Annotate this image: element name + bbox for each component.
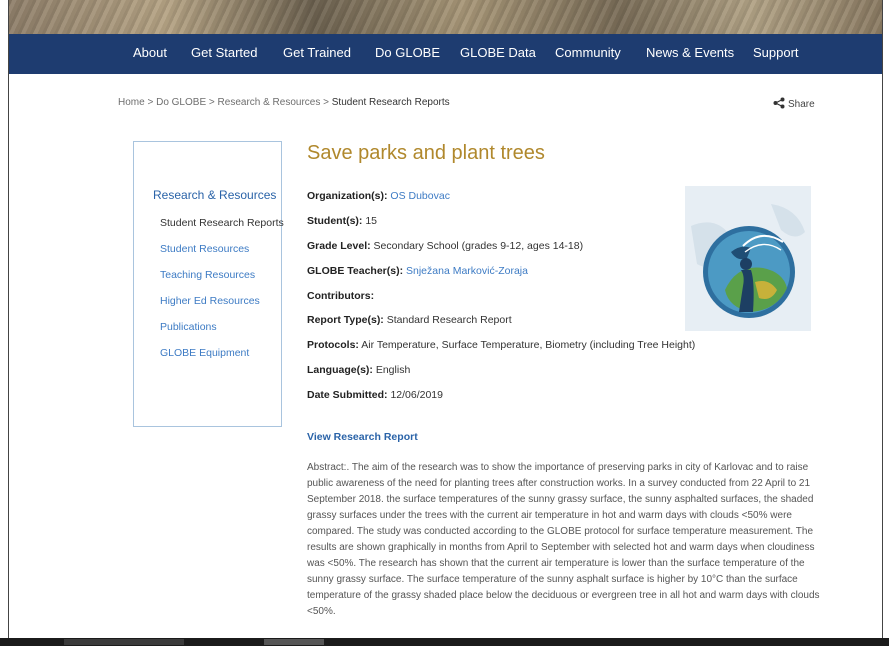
nav-globe-data[interactable]: GLOBE Data [460,45,536,60]
organization-label: Organization(s): [307,190,388,202]
language-row: Language(s): English [307,364,410,376]
contributors-label: Contributors: [307,290,375,302]
teacher-row: GLOBE Teacher(s): Snježana Marković-Zora… [307,265,528,277]
sidebar-item-higher-ed-resources[interactable]: Higher Ed Resources [160,295,260,307]
breadcrumb-separator: > [147,97,154,108]
main-navigation: About Get Started Get Trained Do GLOBE G… [9,34,882,74]
share-icon [773,97,785,109]
taskbar-item[interactable] [264,639,324,645]
breadcrumb-do-globe[interactable]: Do GLOBE [156,97,206,108]
share-label: Share [788,99,815,110]
contributors-row: Contributors: [307,290,374,302]
share-button[interactable]: Share [773,97,815,110]
sidebar-item-globe-equipment[interactable]: GLOBE Equipment [160,347,249,359]
report-type-value: Standard Research Report [386,314,512,326]
date-submitted-row: Date Submitted: 12/06/2019 [307,389,443,401]
sidebar-heading[interactable]: Research & Resources [153,188,276,202]
organization-row: Organization(s): OS Dubovac [307,190,450,202]
sidebar-item-student-research-reports[interactable]: Student Research Reports [160,217,284,229]
teacher-link[interactable]: Snježana Marković-Zoraja [406,265,528,277]
view-research-report-link[interactable]: View Research Report [307,431,418,443]
page-frame: About Get Started Get Trained Do GLOBE G… [8,0,883,638]
globe-emblem-image [685,186,811,331]
taskbar-item[interactable] [64,639,184,645]
sidebar-menu: Research & Resources Student Research Re… [133,141,284,427]
abstract-text: Abstract:. The aim of the research was t… [307,462,820,617]
sidebar-item-teaching-resources[interactable]: Teaching Resources [160,269,255,281]
os-taskbar [0,638,889,646]
breadcrumb-research-resources[interactable]: Research & Resources [218,97,321,108]
teacher-label: GLOBE Teacher(s): [307,265,404,277]
date-submitted-label: Date Submitted: [307,389,388,401]
nav-do-globe[interactable]: Do GLOBE [375,45,440,60]
students-label: Student(s): [307,215,363,227]
page-title: Save parks and plant trees [307,142,545,164]
nav-get-started[interactable]: Get Started [191,45,257,60]
grade-row: Grade Level: Secondary School (grades 9-… [307,240,583,252]
grade-label: Grade Level: [307,240,371,252]
students-value: 15 [365,215,378,227]
protocols-value: Air Temperature, Surface Temperature, Bi… [361,339,696,351]
breadcrumb-current: Student Research Reports [331,97,450,108]
nav-community[interactable]: Community [555,45,621,60]
breadcrumb-home[interactable]: Home [118,97,145,108]
nav-get-trained[interactable]: Get Trained [283,45,351,60]
sidebar-item-publications[interactable]: Publications [160,321,217,333]
breadcrumb-separator: > [208,97,215,108]
sidebar-item-student-resources[interactable]: Student Resources [160,243,249,255]
breadcrumb-separator: > [323,97,329,108]
report-type-label: Report Type(s): [307,314,384,326]
language-label: Language(s): [307,364,373,376]
students-row: Student(s): 15 [307,215,377,227]
nav-support[interactable]: Support [753,45,799,60]
breadcrumb: Home > Do GLOBE > Research & Resources >… [118,97,450,108]
protocols-label: Protocols: [307,339,359,351]
nav-news-events[interactable]: News & Events [646,45,734,60]
report-type-row: Report Type(s): Standard Research Report [307,314,512,326]
language-value: English [375,364,411,376]
grade-value: Secondary School (grades 9-12, ages 14-1… [373,240,584,252]
nav-about[interactable]: About [133,45,167,60]
organization-link[interactable]: OS Dubovac [390,190,450,202]
protocols-row: Protocols: Air Temperature, Surface Temp… [307,339,695,351]
date-submitted-value: 12/06/2019 [390,389,443,401]
header-banner-image [9,0,882,34]
